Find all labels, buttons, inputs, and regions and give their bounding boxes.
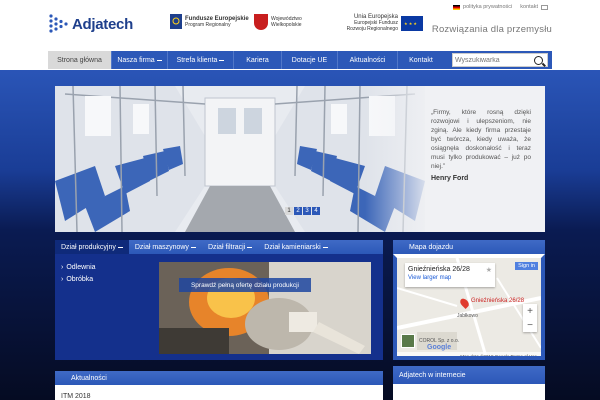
news-item[interactable]: ITM 2018 <box>61 393 91 400</box>
department-subnav: Odlewnia Obróbka <box>61 262 96 286</box>
search-input[interactable] <box>453 56 533 64</box>
submenu-dash-icon <box>117 246 123 248</box>
hero-fade <box>365 86 435 232</box>
brand-name: Adjatech <box>72 15 133 33</box>
department-tabs: Dział produkcyjny Dział maszynowy Dział … <box>55 240 383 254</box>
social-panel <box>393 384 545 400</box>
brand-logo[interactable]: Adjatech <box>48 12 133 36</box>
production-image[interactable]: Sprawdź pełną ofertę działu produkcji <box>159 262 371 354</box>
map-signin-button[interactable]: Sign in <box>515 262 538 270</box>
nav-label: Kontakt <box>409 56 433 64</box>
nav-label: Strona główna <box>57 56 102 64</box>
tab-stonework[interactable]: Dział kamieniarski <box>258 240 333 254</box>
nav-label: Aktualności <box>349 56 386 64</box>
department-panel: Odlewnia Obróbka Sprawdź pełną ofertę dz… <box>55 254 383 360</box>
map-district-label: Jabłkowo <box>457 313 478 319</box>
eu-funds-icon <box>170 14 182 29</box>
tab-label: Dział produkcyjny <box>61 243 116 251</box>
foundry-photo <box>159 262 371 354</box>
submenu-dash-icon <box>322 246 328 248</box>
view-larger-map-link[interactable]: View larger map <box>408 275 492 281</box>
social-title: Adjatech w internecie <box>399 371 466 379</box>
eu-union-logo: Unia Europejska Europejski Fundusz Rozwo… <box>338 14 423 32</box>
tab-production[interactable]: Dział produkcyjny <box>55 240 129 254</box>
google-logo: Google <box>427 344 452 351</box>
nav-item-news[interactable]: Aktualności <box>338 51 398 69</box>
tagline: Rozwiązania dla przemysłu <box>431 24 552 35</box>
search-box <box>452 53 548 67</box>
top-links: polityka prywatności kontakt <box>453 4 548 10</box>
slider-page-4[interactable]: 4 <box>312 207 320 215</box>
mail-icon[interactable] <box>541 4 548 10</box>
map-address: Gnieźnieńska 26/28 <box>408 266 470 273</box>
contact-link[interactable]: kontakt <box>520 4 538 10</box>
star-icon[interactable]: ★ <box>486 266 492 274</box>
region-name: Województwo Wielkopolskie <box>271 16 302 28</box>
eu-funds-logo: Fundusze Europejskie Program Regionalny <box>170 14 249 29</box>
nav-label: Strefa klienta <box>176 56 218 64</box>
logo-arrows-icon <box>49 14 68 33</box>
tab-machinery[interactable]: Dział maszynowy <box>129 240 202 254</box>
slider-pagination: 1 2 3 4 <box>285 207 320 215</box>
tab-label: Dział filtracji <box>207 243 246 251</box>
nav-item-eu-grants[interactable]: Dotacje UE <box>282 51 338 69</box>
map-footer: Map data ©2018 Google Terms of Use <box>397 352 541 356</box>
tab-label: Dział maszynowy <box>134 243 189 251</box>
main-nav: Strona główna Nasza firma Strefa klienta… <box>48 51 552 69</box>
nav-item-career[interactable]: Kariera <box>234 51 282 69</box>
nav-item-client-zone[interactable]: Strefa klienta <box>168 51 234 69</box>
submenu-dash-icon <box>190 246 196 248</box>
nav-item-contact[interactable]: Kontakt <box>398 51 444 69</box>
map-title: Mapa dojazdu <box>409 243 453 251</box>
search-icon[interactable] <box>534 55 543 65</box>
zoom-in-icon[interactable]: + <box>523 304 537 318</box>
map-zoom-control: + − <box>523 304 537 332</box>
slider-page-3[interactable]: 3 <box>303 207 311 215</box>
social-header: Adjatech w internecie <box>393 366 545 384</box>
tab-label: Dział kamieniarski <box>264 243 321 251</box>
site-header: Adjatech Fundusze Europejskie Program Re… <box>48 0 552 48</box>
privacy-link[interactable]: polityka prywatności <box>463 4 512 10</box>
german-flag-icon[interactable] <box>453 4 461 10</box>
map-widget[interactable]: Gnieźnieńska 26/28 View larger map ★ Sig… <box>393 254 545 360</box>
eu-funds-title: Fundusze Europejskie <box>185 15 249 22</box>
hero-quote-author: Henry Ford <box>431 175 469 182</box>
submenu-dash-icon <box>247 246 253 248</box>
submenu-dash-icon <box>219 59 225 61</box>
map-header: Mapa dojazdu <box>393 240 545 254</box>
subnav-item-machining[interactable]: Obróbka <box>61 276 93 283</box>
news-title: Aktualności <box>71 374 107 382</box>
production-offer-button[interactable]: Sprawdź pełną ofertę działu produkcji <box>179 278 311 292</box>
eu-union-sub: Europejski Fundusz Rozwoju Regionalnego <box>346 20 398 32</box>
news-list: ITM 2018 <box>55 385 383 400</box>
news-header: Aktualności <box>55 371 383 385</box>
region-logo: Województwo Wielkopolskie <box>254 14 323 30</box>
map-place-card: Gnieźnieńska 26/28 View larger map ★ <box>405 263 495 287</box>
eu-funds-sub: Program Regionalny <box>185 21 231 28</box>
satellite-thumbnail[interactable] <box>401 334 415 348</box>
map-pin-label: Gnieźnieńska 26/28 <box>471 298 525 304</box>
eu-flag-icon <box>401 15 423 31</box>
slider-page-1[interactable]: 1 <box>285 207 293 215</box>
region-crest-icon <box>254 14 268 30</box>
subnav-item-foundry[interactable]: Odlewnia <box>61 264 96 271</box>
tab-filtration[interactable]: Dział filtracji <box>202 240 258 254</box>
map-canvas[interactable]: Gnieźnieńska 26/28 View larger map ★ Sig… <box>397 258 541 356</box>
hero-slider: „Firmy, które rosną dzięki rozwojowi i u… <box>55 86 545 232</box>
slider-page-2[interactable]: 2 <box>294 207 302 215</box>
nav-label: Kariera <box>246 56 269 64</box>
nav-label: Dotacje UE <box>291 56 328 64</box>
hero-quote: „Firmy, które rosną dzięki rozwojowi i u… <box>431 109 531 170</box>
nav-label: Nasza firma <box>117 56 155 64</box>
zoom-out-icon[interactable]: − <box>523 318 537 332</box>
nav-item-home[interactable]: Strona główna <box>48 51 112 69</box>
submenu-dash-icon <box>156 59 162 61</box>
nav-item-about[interactable]: Nasza firma <box>112 51 168 69</box>
